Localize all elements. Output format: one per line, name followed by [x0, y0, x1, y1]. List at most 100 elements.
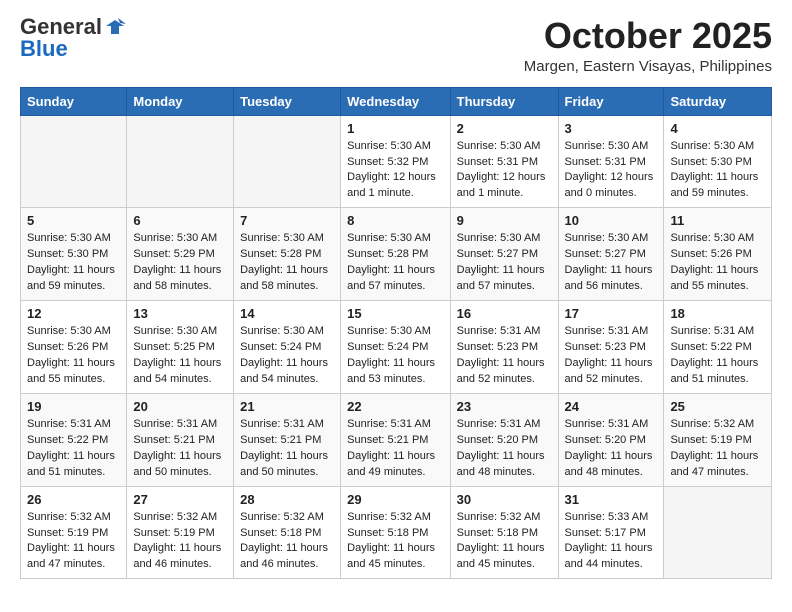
day-number: 20: [133, 399, 227, 414]
logo: General Blue: [20, 16, 126, 60]
calendar-cell: 15 Sunrise: 5:30 AMSunset: 5:24 PMDayligh…: [341, 301, 451, 394]
day-number: 4: [670, 121, 765, 136]
calendar-cell: 10 Sunrise: 5:30 AMSunset: 5:27 PMDayligh…: [558, 208, 664, 301]
calendar-cell: 13Sunrise: 5:30 AMSunset: 5:25 PMDayligh…: [127, 301, 234, 394]
day-number: 11: [670, 213, 765, 228]
calendar-week-row: 19Sunrise: 5:31 AMSunset: 5:22 PMDayligh…: [21, 393, 772, 486]
calendar-cell: 18Sunrise: 5:31 AMSunset: 5:22 PMDayligh…: [664, 301, 772, 394]
calendar-cell: 1Sunrise: 5:30 AMSunset: 5:32 PMDaylight…: [341, 115, 451, 208]
calendar-header-row: SundayMondayTuesdayWednesdayThursdayFrid…: [21, 87, 772, 115]
calendar-week-row: 12 Sunrise: 5:30 AMSunset: 5:26 PMDayligh…: [21, 301, 772, 394]
day-content: Sunrise: 5:30 AMSunset: 5:27 PMDaylight:…: [565, 231, 658, 295]
day-number: 13: [133, 306, 227, 321]
calendar-table: SundayMondayTuesdayWednesdayThursdayFrid…: [20, 87, 772, 580]
day-number: 6: [133, 213, 227, 228]
day-number: 14: [240, 306, 334, 321]
calendar-cell: 29 Sunrise: 5:32 AMSunset: 5:18 PMDayligh…: [341, 486, 451, 579]
calendar-cell: 16 Sunrise: 5:31 AMSunset: 5:23 PMDayligh…: [450, 301, 558, 394]
day-content: Sunrise: 5:33 AMSunset: 5:17 PMDaylight:…: [565, 510, 658, 574]
calendar-week-row: 1Sunrise: 5:30 AMSunset: 5:32 PMDaylight…: [21, 115, 772, 208]
day-content: Sunrise: 5:32 AMSunset: 5:18 PMDaylight:…: [457, 510, 552, 574]
calendar-cell: 30 Sunrise: 5:32 AMSunset: 5:18 PMDayligh…: [450, 486, 558, 579]
weekday-header-monday: Monday: [127, 87, 234, 115]
day-number: 9: [457, 213, 552, 228]
calendar-cell: [21, 115, 127, 208]
day-number: 8: [347, 213, 444, 228]
day-content: Sunrise: 5:31 AMSunset: 5:21 PMDaylight:…: [133, 417, 227, 481]
day-content: Sunrise: 5:30 AMSunset: 5:28 PMDaylight:…: [347, 231, 444, 295]
day-number: 29: [347, 492, 444, 507]
day-content: Sunrise: 5:32 AMSunset: 5:19 PMDaylight:…: [27, 510, 120, 574]
day-number: 7: [240, 213, 334, 228]
day-number: 1: [347, 121, 444, 136]
weekday-header-thursday: Thursday: [450, 87, 558, 115]
calendar-cell: 14 Sunrise: 5:30 AMSunset: 5:24 PMDayligh…: [234, 301, 341, 394]
day-content: Sunrise: 5:30 AMSunset: 5:31 PMDaylight:…: [565, 139, 658, 203]
calendar-cell: 8 Sunrise: 5:30 AMSunset: 5:28 PMDaylight…: [341, 208, 451, 301]
day-content: Sunrise: 5:32 AMSunset: 5:18 PMDaylight:…: [347, 510, 444, 574]
day-content: Sunrise: 5:31 AMSunset: 5:23 PMDaylight:…: [457, 324, 552, 388]
day-number: 23: [457, 399, 552, 414]
day-content: Sunrise: 5:30 AMSunset: 5:26 PMDaylight:…: [27, 324, 120, 388]
day-content: Sunrise: 5:30 AMSunset: 5:24 PMDaylight:…: [240, 324, 334, 388]
page-header: General Blue October 2025 Margen, Easter…: [20, 16, 772, 75]
day-number: 22: [347, 399, 444, 414]
month-title: October 2025: [524, 16, 772, 56]
day-number: 21: [240, 399, 334, 414]
weekday-header-sunday: Sunday: [21, 87, 127, 115]
day-number: 17: [565, 306, 658, 321]
calendar-cell: 4Sunrise: 5:30 AMSunset: 5:30 PMDaylight…: [664, 115, 772, 208]
calendar-week-row: 5 Sunrise: 5:30 AMSunset: 5:30 PMDaylight…: [21, 208, 772, 301]
day-content: Sunrise: 5:32 AMSunset: 5:19 PMDaylight:…: [133, 510, 227, 574]
day-content: Sunrise: 5:30 AMSunset: 5:30 PMDaylight:…: [27, 231, 120, 295]
day-content: Sunrise: 5:30 AMSunset: 5:26 PMDaylight:…: [670, 231, 765, 295]
calendar-cell: [234, 115, 341, 208]
weekday-header-saturday: Saturday: [664, 87, 772, 115]
calendar-cell: [664, 486, 772, 579]
calendar-cell: 21 Sunrise: 5:31 AMSunset: 5:21 PMDayligh…: [234, 393, 341, 486]
day-number: 10: [565, 213, 658, 228]
day-content: Sunrise: 5:30 AMSunset: 5:29 PMDaylight:…: [133, 231, 227, 295]
day-number: 27: [133, 492, 227, 507]
day-content: Sunrise: 5:31 AMSunset: 5:20 PMDaylight:…: [457, 417, 552, 481]
calendar-cell: 27 Sunrise: 5:32 AMSunset: 5:19 PMDayligh…: [127, 486, 234, 579]
day-content: Sunrise: 5:30 AMSunset: 5:31 PMDaylight:…: [457, 139, 552, 203]
calendar-cell: 5 Sunrise: 5:30 AMSunset: 5:30 PMDaylight…: [21, 208, 127, 301]
day-number: 24: [565, 399, 658, 414]
day-content: Sunrise: 5:31 AMSunset: 5:21 PMDaylight:…: [240, 417, 334, 481]
logo-bird-icon: [104, 16, 126, 38]
day-content: Sunrise: 5:31 AMSunset: 5:23 PMDaylight:…: [565, 324, 658, 388]
day-number: 12: [27, 306, 120, 321]
day-number: 28: [240, 492, 334, 507]
day-number: 26: [27, 492, 120, 507]
day-content: Sunrise: 5:31 AMSunset: 5:20 PMDaylight:…: [565, 417, 658, 481]
calendar-cell: 20 Sunrise: 5:31 AMSunset: 5:21 PMDayligh…: [127, 393, 234, 486]
logo-general-text: General: [20, 16, 102, 38]
calendar-cell: 17 Sunrise: 5:31 AMSunset: 5:23 PMDayligh…: [558, 301, 664, 394]
day-number: 3: [565, 121, 658, 136]
calendar-cell: 25 Sunrise: 5:32 AMSunset: 5:19 PMDayligh…: [664, 393, 772, 486]
calendar-cell: 19Sunrise: 5:31 AMSunset: 5:22 PMDayligh…: [21, 393, 127, 486]
logo-blue-text: Blue: [20, 38, 68, 60]
day-number: 19: [27, 399, 120, 414]
calendar-cell: 9 Sunrise: 5:30 AMSunset: 5:27 PMDaylight…: [450, 208, 558, 301]
day-number: 25: [670, 399, 765, 414]
day-content: Sunrise: 5:30 AMSunset: 5:24 PMDaylight:…: [347, 324, 444, 388]
day-content: Sunrise: 5:30 AMSunset: 5:27 PMDaylight:…: [457, 231, 552, 295]
day-number: 2: [457, 121, 552, 136]
calendar-cell: 6 Sunrise: 5:30 AMSunset: 5:29 PMDaylight…: [127, 208, 234, 301]
day-number: 31: [565, 492, 658, 507]
day-number: 30: [457, 492, 552, 507]
day-content: Sunrise: 5:32 AMSunset: 5:19 PMDaylight:…: [670, 417, 765, 481]
day-number: 15: [347, 306, 444, 321]
weekday-header-friday: Friday: [558, 87, 664, 115]
calendar-cell: 7Sunrise: 5:30 AMSunset: 5:28 PMDaylight…: [234, 208, 341, 301]
calendar-cell: 28Sunrise: 5:32 AMSunset: 5:18 PMDayligh…: [234, 486, 341, 579]
day-number: 5: [27, 213, 120, 228]
calendar-week-row: 26 Sunrise: 5:32 AMSunset: 5:19 PMDayligh…: [21, 486, 772, 579]
location-subtitle: Margen, Eastern Visayas, Philippines: [524, 58, 772, 75]
calendar-cell: 24 Sunrise: 5:31 AMSunset: 5:20 PMDayligh…: [558, 393, 664, 486]
day-number: 16: [457, 306, 552, 321]
calendar-cell: 31 Sunrise: 5:33 AMSunset: 5:17 PMDayligh…: [558, 486, 664, 579]
calendar-cell: 26 Sunrise: 5:32 AMSunset: 5:19 PMDayligh…: [21, 486, 127, 579]
